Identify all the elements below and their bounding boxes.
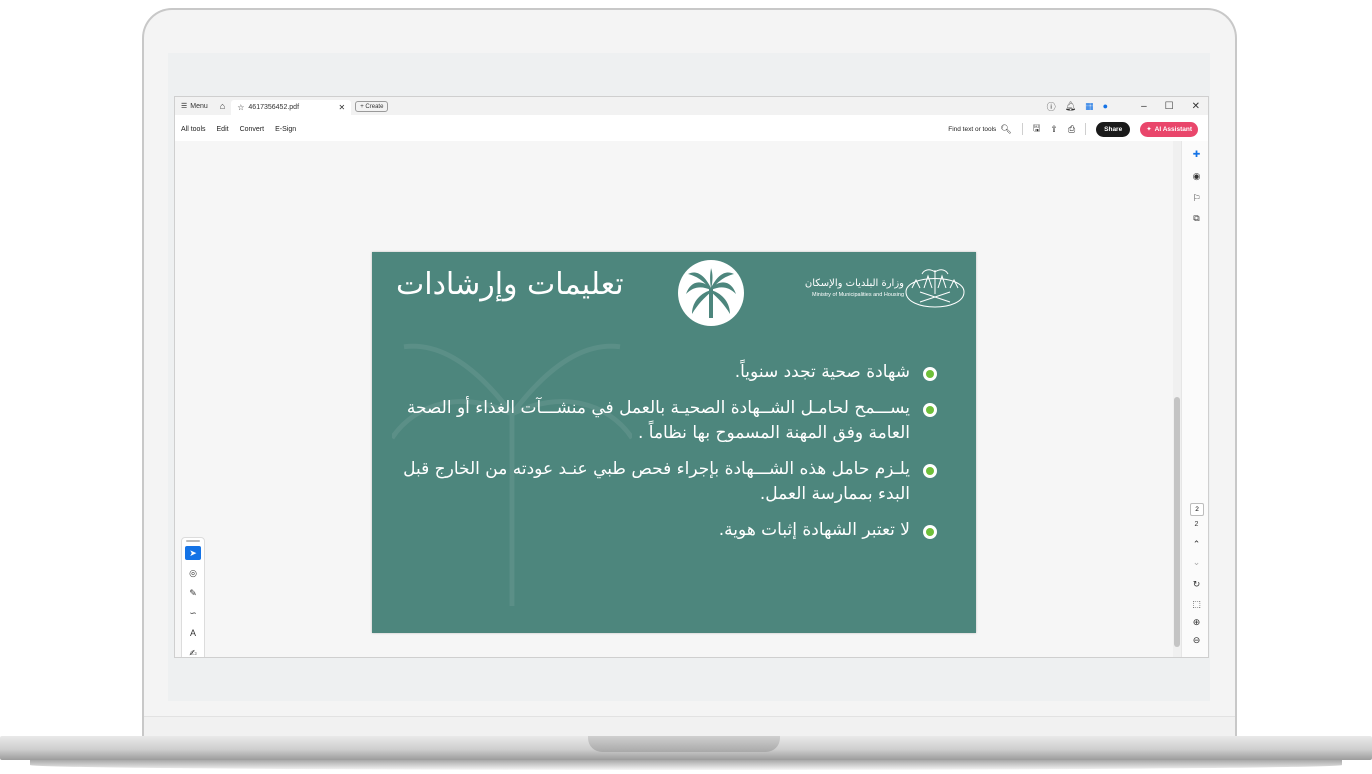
palm-logo	[678, 260, 744, 326]
comment-tool-icon[interactable]: ◎	[185, 566, 201, 580]
menu-label: Menu	[190, 102, 208, 110]
freehand-tool-icon[interactable]: ∽	[185, 606, 201, 620]
flower-bullet-icon	[923, 525, 937, 539]
divider	[1021, 123, 1023, 135]
home-button[interactable]: ⌂	[214, 97, 231, 115]
list-item: يســـمح لحامـل الشــهادة الصحيـة بالعمل …	[380, 396, 940, 446]
find-button[interactable]: Find text or tools 🔍︎	[948, 124, 1012, 135]
pages-icon[interactable]: ⧉	[1182, 213, 1208, 224]
edit-menu[interactable]: Edit	[211, 126, 234, 133]
instruction-text: يلـزم حامل هذه الشـــهادة بإجراء فحص طبي…	[403, 459, 910, 504]
text-box-tool-icon[interactable]: A	[185, 626, 201, 640]
ai-assistant-button[interactable]: ✦ AI Assistant	[1140, 121, 1198, 137]
pdf-page-slide: تعليمات وإرشادات وزارة البلديات والإسكان…	[372, 252, 976, 633]
screen-chin	[144, 716, 1235, 738]
flower-bullet-icon	[923, 403, 937, 417]
ai-assistant-label: AI Assistant	[1154, 125, 1192, 133]
instruction-text: شهادة صحية تجدد سنوياً.	[734, 362, 910, 382]
star-icon[interactable]: ☆	[237, 103, 244, 112]
search-icon: 🔍︎	[1000, 123, 1012, 134]
toolbar-right: Find text or tools 🔍︎ 🖫 ⇪ ⎙ Share ✦ AI A…	[948, 119, 1198, 139]
save-icon[interactable]: 🖫	[1033, 121, 1041, 137]
title-bar: ☰ Menu ⌂ ☆ 4617356452.pdf ✕ + Create ⓘ 🔔…	[175, 97, 1208, 115]
previous-page-icon[interactable]: ⌃	[1182, 539, 1208, 550]
ministry-name-arabic: وزارة البلديات والإسكان	[804, 278, 904, 289]
list-item: يلـزم حامل هذه الشـــهادة بإجراء فحص طبي…	[380, 457, 940, 507]
laptop-notch	[588, 736, 780, 752]
ministry-name: وزارة البلديات والإسكان Ministry of Muni…	[764, 278, 904, 298]
title-bar-icons: ⓘ 🔔︎ ▦ ●	[1047, 97, 1108, 115]
list-item: شهادة صحية تجدد سنوياً.	[380, 360, 940, 385]
laptop-shadow	[30, 760, 1342, 770]
home-icon: ⌂	[219, 101, 226, 111]
flower-bullet-icon	[923, 464, 937, 478]
esign-menu[interactable]: E-Sign	[269, 126, 301, 133]
find-label: Find text or tools	[948, 125, 997, 133]
pen-tool-icon[interactable]: ✎	[185, 586, 201, 600]
convert-menu[interactable]: Convert	[234, 126, 270, 133]
bell-icon[interactable]: 🔔︎	[1065, 101, 1076, 112]
apps-grid-icon[interactable]: ▦	[1085, 101, 1094, 112]
instruction-text: لا تعتبر الشهادة إثبات هوية.	[718, 520, 910, 540]
plus-icon: +	[360, 103, 364, 110]
edit-pdf-icon[interactable]: ✚	[1182, 149, 1208, 160]
hamburger-icon: ☰	[181, 103, 188, 110]
ministry-name-english: Ministry of Municipalities and Housing	[811, 292, 904, 298]
main-toolbar: All tools Edit Convert E-Sign Find text …	[175, 119, 1208, 139]
close-window-icon[interactable]: ✕	[1192, 101, 1200, 112]
share-button[interactable]: Share	[1096, 121, 1131, 137]
zoom-out-icon[interactable]: ⊖	[1182, 635, 1208, 646]
list-item: لا تعتبر الشهادة إثبات هوية.	[380, 518, 940, 543]
instructions-list: شهادة صحية تجدد سنوياً. يســـمح لحامـل ا…	[380, 360, 940, 554]
flower-bullet-icon	[923, 367, 937, 381]
window-controls: – ☐ ✕	[1141, 97, 1200, 115]
print-icon[interactable]: ⎙	[1068, 124, 1075, 135]
page-number-input[interactable]: 2	[1190, 503, 1204, 516]
total-pages: 2	[1194, 521, 1199, 528]
create-button[interactable]: + Create	[355, 100, 389, 112]
palette-handle[interactable]	[186, 540, 200, 542]
ai-assistant-icon: ✦	[1146, 126, 1152, 133]
rotate-icon[interactable]: ↻	[1182, 579, 1208, 590]
select-tool-icon[interactable]: ➤	[185, 546, 201, 560]
scrollbar-thumb[interactable]	[1174, 397, 1180, 647]
ministry-emblem-icon	[905, 269, 965, 308]
pdf-reader-window: ☰ Menu ⌂ ☆ 4617356452.pdf ✕ + Create ⓘ 🔔…	[174, 96, 1209, 658]
help-icon[interactable]: ⓘ	[1047, 100, 1056, 113]
document-viewport[interactable]: تعليمات وإرشادات وزارة البلديات والإسكان…	[175, 141, 1173, 657]
close-tab-icon[interactable]: ✕	[339, 103, 346, 112]
minimize-icon[interactable]: –	[1141, 101, 1147, 112]
divider	[1085, 123, 1087, 135]
create-label: Create	[365, 103, 384, 110]
zoom-in-icon[interactable]: ⊕	[1182, 617, 1208, 628]
fit-page-icon[interactable]: ⬚	[1182, 599, 1208, 610]
account-icon[interactable]: ●	[1103, 101, 1108, 111]
right-rail: ✚ ◉ ⚐ ⧉ 2 2 ⌃ ⌄ ↻ ⬚ ⊕ ⊖	[1181, 141, 1208, 657]
bookmark-icon[interactable]: ⚐	[1182, 193, 1208, 204]
palm-tree-icon	[686, 268, 736, 318]
comment-icon[interactable]: ◉	[1182, 171, 1208, 182]
all-tools-menu[interactable]: All tools	[175, 126, 211, 133]
sign-tool-icon[interactable]: ✍	[185, 646, 201, 657]
menu-button[interactable]: ☰ Menu	[175, 97, 214, 115]
quick-tools-palette: ➤ ◎ ✎ ∽ A ✍ …	[181, 537, 205, 657]
document-tab[interactable]: ☆ 4617356452.pdf ✕	[231, 100, 352, 115]
upload-cloud-icon[interactable]: ⇪	[1050, 124, 1058, 135]
maximize-icon[interactable]: ☐	[1165, 101, 1174, 112]
tab-title: 4617356452.pdf	[248, 104, 300, 111]
instruction-text: يســـمح لحامـل الشــهادة الصحيـة بالعمل …	[406, 398, 910, 443]
share-label: Share	[1104, 125, 1123, 133]
slide-title: تعليمات وإرشادات	[396, 267, 624, 302]
next-page-icon[interactable]: ⌄	[1182, 557, 1208, 568]
